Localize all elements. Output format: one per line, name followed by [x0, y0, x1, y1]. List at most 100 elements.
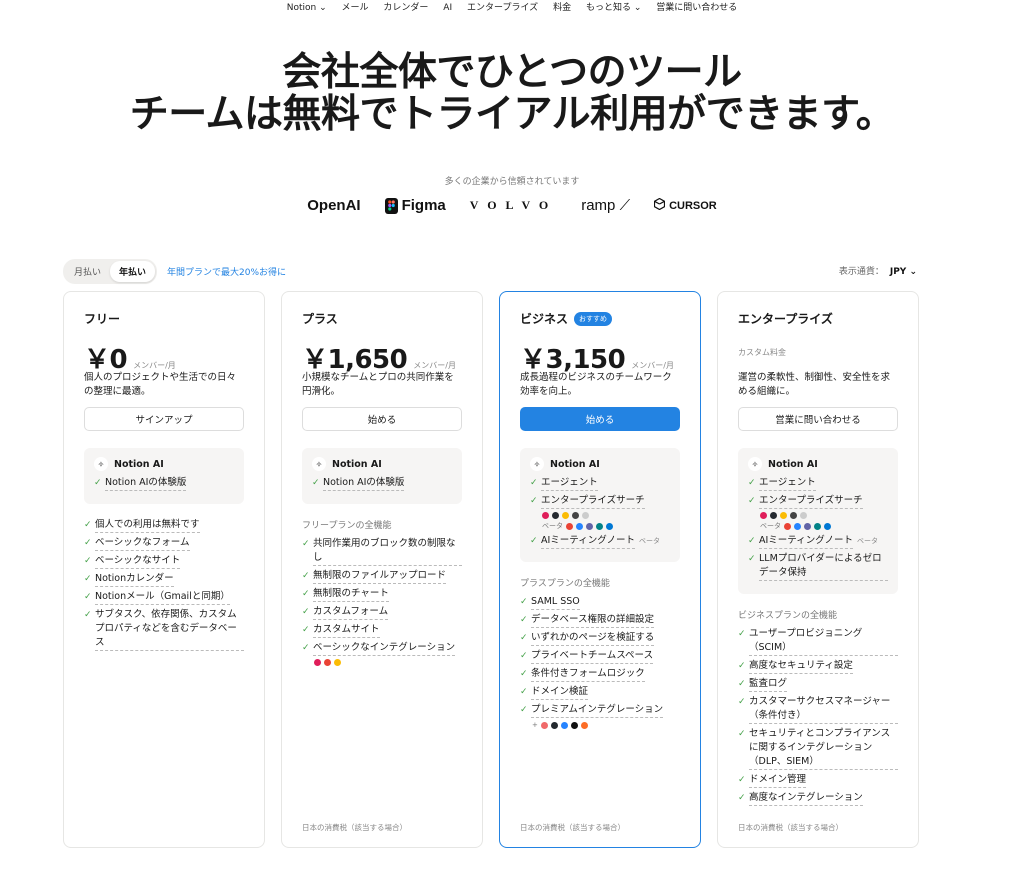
- hero-heading: 会社全体でひとつのツール チームは無料でトライアル利用ができます。: [0, 52, 1024, 136]
- feature-list: ✓ ユーザープロビジョニング（SCIM） ✓ 高度なセキュリティ設定 ✓ 監査ログ ✓…: [738, 627, 898, 806]
- openai-logo: OpenAI: [307, 197, 361, 214]
- list-item: ✓ ユーザープロビジョニング（SCIM）: [738, 627, 898, 656]
- ramp-logo: ramp ⟋: [581, 197, 630, 214]
- yearly-option[interactable]: 年払い: [110, 261, 156, 282]
- section-heading: ビジネスプランの全機能: [738, 611, 838, 621]
- monthly-option[interactable]: 月払い: [65, 261, 110, 282]
- notion-ai-title: Notion AI: [114, 458, 164, 470]
- check-icon: ✓: [738, 679, 746, 689]
- beta-label: ベータ: [542, 522, 563, 530]
- check-icon: ✓: [520, 669, 528, 679]
- nav-contact-sales[interactable]: 営業に問い合わせる: [656, 3, 737, 13]
- nav-mail[interactable]: メール: [342, 3, 369, 13]
- currency-value[interactable]: JPY ⌄: [890, 267, 917, 277]
- github-icon: [550, 721, 558, 729]
- notion-ai-icon: ✧: [530, 457, 544, 471]
- price-row: ￥1,650 メンバー/月: [302, 339, 462, 375]
- plan-name: フリー: [84, 312, 121, 326]
- currency-label: 表示通貨：: [838, 267, 884, 277]
- nav-pricing[interactable]: 料金: [553, 3, 571, 13]
- check-icon: ✓: [302, 539, 310, 549]
- section-heading: プラスプランの全機能: [520, 579, 610, 589]
- price-row: ￥0 メンバー/月: [84, 339, 244, 375]
- section-heading: フリープランの全機能: [302, 521, 392, 531]
- top-nav: Notion ⌄ メール カレンダー AI エンタープライズ 料金 もっと知る …: [0, 0, 1024, 14]
- list-item: ✓ SAML SSO: [520, 595, 680, 610]
- feature-list: ✓ 個人での利用は無料です ✓ ベーシックなフォーム ✓ ベーシックなサイト ✓ Not…: [84, 518, 244, 651]
- volvo-logo: VOLVO: [469, 198, 558, 212]
- notion-ai-box: ✧ Notion AI ✓ Notion AIの体験版: [302, 448, 462, 504]
- list-item: ✓ ドメイン検証: [520, 685, 680, 700]
- plan-description: 運営の柔軟性、制御性、安全性を求める組織に。: [738, 372, 891, 397]
- cursor-logo: CURSOR: [653, 197, 717, 213]
- plan-description: 小規模なチームとプロの共同作業を円滑化。: [302, 372, 454, 397]
- nav-notion[interactable]: Notion ⌄: [287, 3, 327, 13]
- billing-toggle[interactable]: 月払い 年払い: [63, 259, 158, 284]
- check-icon: ✓: [520, 615, 528, 625]
- notion-ai-title: Notion AI: [332, 458, 382, 470]
- onedrive-icon: [606, 522, 613, 530]
- list-item: ✓ サブタスク、依存関係、カスタムプロパティなどを含むデータベース: [84, 608, 244, 651]
- check-icon: ✓: [520, 633, 528, 643]
- notion-ai-title: Notion AI: [768, 458, 818, 470]
- plan-description: 個人のプロジェクトや生活での日々の整理に最適。: [84, 372, 237, 397]
- feature-list: ✓ SAML SSO ✓ データベース権限の詳細設定 ✓ いずれかのページを検証する …: [520, 595, 680, 718]
- custom-pricing-label: カスタム料金: [738, 348, 786, 357]
- check-icon: ✓: [520, 705, 528, 715]
- notion-ai-box: ✧ Notion AI ✓ エージェント ✓ エンタープライズサーチ ベータ ✓ AIミ…: [520, 448, 680, 562]
- app-icon: [800, 512, 807, 519]
- plan-card-enterprise: エンタープライズ カスタム料金 運営の柔軟性、制御性、安全性を求める組織に。 営…: [717, 291, 919, 848]
- contact-sales-button[interactable]: 営業に問い合わせる: [738, 407, 898, 431]
- nav-ai[interactable]: AI: [443, 3, 452, 13]
- search-source-icons-2: ベータ: [542, 521, 670, 531]
- start-button[interactable]: 始める: [302, 407, 462, 431]
- nav-learn-more[interactable]: もっと知る ⌄: [586, 3, 641, 13]
- app-icon: [572, 512, 579, 519]
- integration-icons: [314, 659, 462, 666]
- sharepoint-icon: [596, 522, 603, 530]
- nav-enterprise[interactable]: エンタープライズ: [467, 3, 538, 13]
- list-item: ✓ カスタマーサクセスマネージャー（条件付き）: [738, 695, 898, 724]
- beta-label: ベータ: [639, 537, 661, 545]
- jira-icon: [576, 522, 583, 530]
- list-item: ✓ 無制限のファイルアップロード: [302, 569, 462, 584]
- github-icon: [770, 512, 777, 519]
- list-item: ✓ いずれかのページを検証する: [520, 631, 680, 646]
- plan-name: ビジネス: [520, 312, 569, 326]
- teams-icon: [586, 522, 593, 530]
- list-item: ✓ 条件付きフォームロジック: [520, 667, 680, 682]
- check-icon: ✓: [94, 478, 102, 488]
- search-source-icons: [760, 512, 888, 519]
- list-item: ✓ エンタープライズサーチ: [748, 494, 888, 509]
- list-item: ✓ Notionメール（Gmailと同期）: [84, 590, 244, 605]
- signup-button[interactable]: サインアップ: [84, 407, 244, 431]
- check-icon: ✓: [748, 554, 756, 564]
- start-button[interactable]: 始める: [520, 407, 680, 431]
- nav-calendar[interactable]: カレンダー: [383, 3, 428, 13]
- plan-name: エンタープライズ: [738, 312, 833, 326]
- notion-ai-box: ✧ Notion AI ✓ Notion AIの体験版: [84, 448, 244, 504]
- jira-icon: [560, 721, 568, 729]
- ramp-icon: ⟋: [619, 197, 631, 214]
- beta-label: ベータ: [857, 537, 879, 545]
- gitlab-icon: [580, 721, 588, 729]
- price-unit: メンバー/月: [413, 361, 456, 370]
- price-row: ￥3,150 メンバー/月: [520, 339, 680, 375]
- teams-icon: [804, 522, 811, 530]
- onedrive-icon: [824, 522, 831, 530]
- plan-name-row: ビジネス おすすめ: [520, 310, 680, 327]
- currency-selector[interactable]: 表示通貨： JPY ⌄: [839, 264, 917, 277]
- slack-icon: [760, 512, 767, 519]
- check-icon: ✓: [84, 610, 92, 620]
- check-icon: ✓: [530, 496, 538, 506]
- list-item: ✓ Notion AIの体験版: [94, 476, 234, 491]
- gmail-icon: [324, 659, 331, 666]
- customer-logos: OpenAI Figma VOLVO ramp ⟋ CURSOR: [0, 197, 1024, 214]
- search-source-icons: [542, 512, 670, 519]
- check-icon: ✓: [302, 625, 310, 635]
- list-item: ✓ ベーシックなフォーム: [84, 536, 244, 551]
- jira-icon: [794, 522, 801, 530]
- notion-ai-title: Notion AI: [550, 458, 600, 470]
- list-item: ✓ カスタムサイト: [302, 623, 462, 638]
- beta-label: ベータ: [760, 522, 781, 530]
